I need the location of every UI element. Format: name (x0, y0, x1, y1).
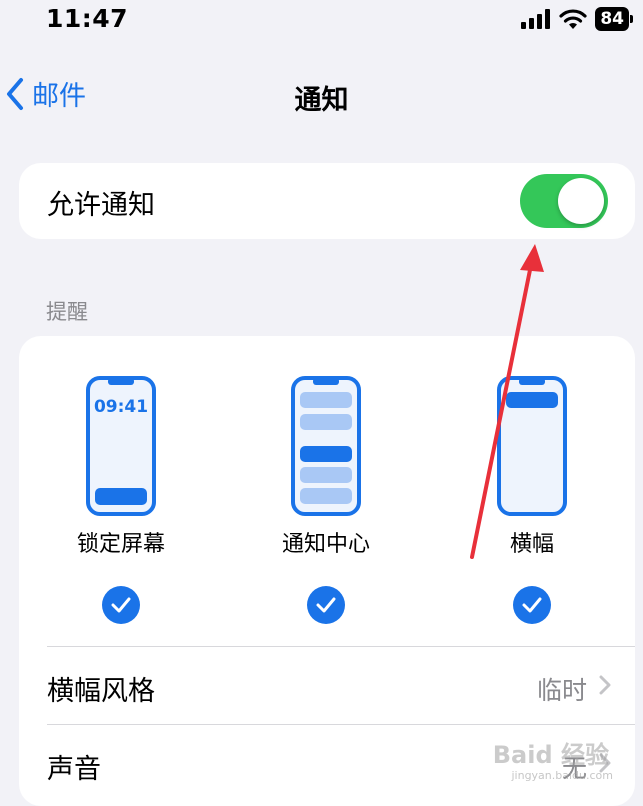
alert-option-label: 锁定屏幕 (76, 532, 165, 557)
toggle-knob (558, 178, 604, 224)
alert-option-label: 横幅 (509, 532, 554, 557)
chevron-right-icon (599, 675, 611, 695)
watermark-url: jingyan.baidu.com (511, 769, 613, 782)
lock-screen-checkbox[interactable] (102, 586, 140, 624)
alert-option-lock-screen[interactable]: 09:41 锁定屏幕 (46, 376, 196, 624)
alert-option-label: 通知中心 (281, 532, 370, 557)
banner-style-row[interactable]: 横幅风格 临时 (47, 646, 635, 725)
wifi-icon (559, 9, 587, 29)
allow-notifications-card: 允许通知 (19, 163, 635, 239)
checkmark-icon (316, 597, 336, 613)
lock-screen-time: 09:41 (94, 397, 148, 417)
banner-style-label: 横幅风格 (47, 676, 155, 707)
watermark-logo: Baid 经验 (492, 741, 609, 769)
section-header-alerts: 提醒 (46, 300, 88, 324)
banner-style-value: 临时 (536, 676, 587, 705)
notification-center-checkbox[interactable] (307, 586, 345, 624)
status-icons: 84 (521, 6, 633, 32)
alert-option-notification-center[interactable]: 通知中心 (251, 376, 401, 624)
lock-screen-phone-icon: 09:41 (86, 376, 156, 516)
alert-option-banners[interactable]: 横幅 (457, 376, 607, 624)
allow-notifications-label: 允许通知 (47, 190, 155, 221)
checkmark-icon (111, 597, 131, 613)
cellular-signal-icon (521, 9, 551, 29)
status-time: 11:47 (46, 4, 129, 33)
checkmark-icon (522, 597, 542, 613)
notification-center-phone-icon (291, 376, 361, 516)
sound-label: 声音 (47, 754, 101, 785)
page-title: 通知 (294, 85, 349, 116)
battery-indicator: 84 (595, 7, 633, 31)
banners-checkbox[interactable] (513, 586, 551, 624)
allow-notifications-toggle[interactable] (520, 174, 608, 228)
banners-phone-icon (497, 376, 567, 516)
